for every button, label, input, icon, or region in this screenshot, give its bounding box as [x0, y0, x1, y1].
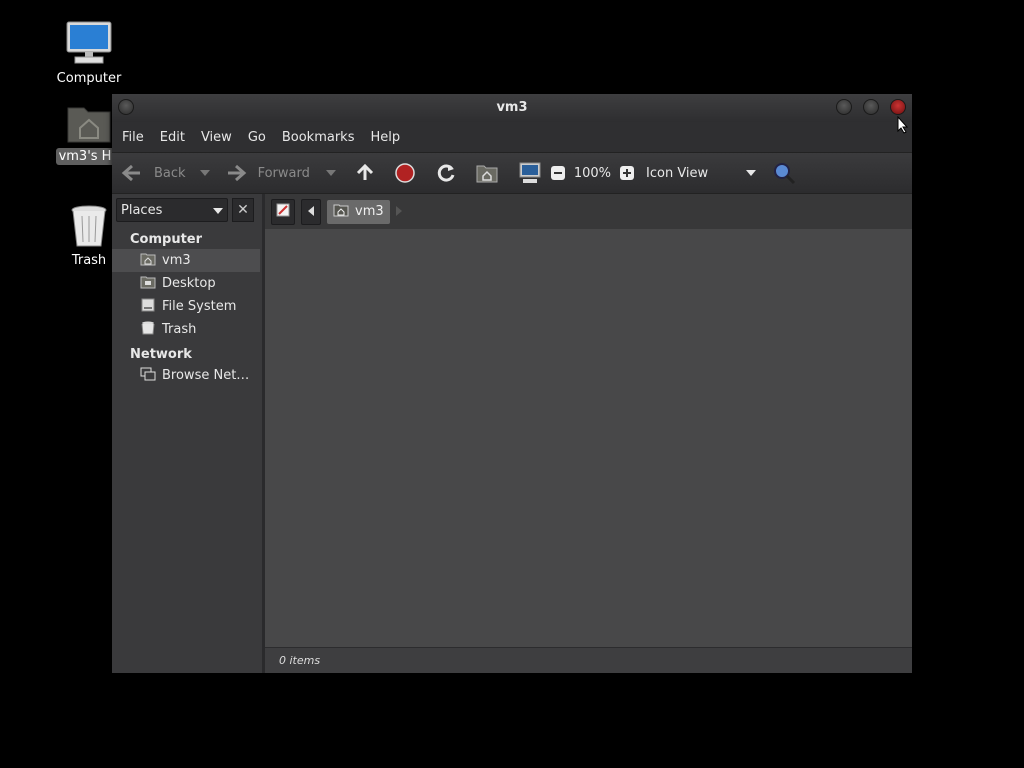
computer-icon [65, 20, 113, 66]
dropdown-arrow-icon [325, 170, 336, 176]
view-mode-label: Icon View [646, 165, 709, 181]
menu-bar: File Edit View Go Bookmarks Help [112, 122, 912, 152]
home-button[interactable] [476, 163, 498, 183]
view-mode-select[interactable]: Icon View [646, 165, 757, 181]
title-bar[interactable]: vm3 [112, 94, 912, 122]
chevron-right-icon [395, 205, 402, 219]
menu-bookmarks[interactable]: Bookmarks [276, 130, 361, 145]
menu-file[interactable]: File [116, 130, 150, 145]
desktop-icon-label: Trash [71, 253, 107, 268]
computer-button[interactable] [518, 162, 542, 184]
drive-icon [140, 298, 156, 316]
home-folder-icon [140, 252, 156, 270]
sidebar-item-label: Browse Net… [162, 368, 250, 383]
sidebar-mode-select[interactable]: Places [116, 198, 228, 222]
search-icon [772, 161, 796, 185]
close-icon: ✕ [237, 202, 249, 218]
up-arrow-icon [354, 162, 376, 184]
back-history-dropdown[interactable] [199, 170, 210, 176]
sidebar-item-browse-network[interactable]: Browse Net… [112, 364, 262, 387]
sidebar: Places ✕ Computer vm3 Desktop File Syste… [112, 194, 265, 673]
zoom-in-icon [619, 165, 635, 181]
forward-button[interactable]: Forward [224, 163, 310, 183]
path-scroll-right-button[interactable] [395, 205, 402, 219]
reload-button[interactable] [435, 162, 457, 184]
forward-arrow-icon [224, 163, 248, 183]
sidebar-mode-label: Places [121, 202, 163, 218]
sidebar-section-computer: Computer [130, 232, 203, 247]
search-button[interactable] [772, 161, 796, 185]
sidebar-section-network: Network [130, 347, 192, 362]
close-sidebar-button[interactable]: ✕ [232, 198, 254, 222]
desktop-folder-icon [140, 275, 156, 293]
zoom-out-button[interactable] [550, 165, 566, 181]
chevron-left-icon [308, 205, 314, 219]
desktop-icon-computer[interactable]: Computer [44, 20, 134, 87]
forward-history-dropdown[interactable] [325, 170, 336, 176]
file-manager-window: vm3 File Edit View Go Bookmarks Help Bac… [112, 94, 912, 673]
breadcrumb-label: vm3 [355, 204, 384, 219]
up-button[interactable] [354, 162, 376, 184]
stop-button[interactable] [394, 162, 416, 184]
sidebar-item-file-system[interactable]: File System [112, 295, 262, 318]
sidebar-header: Places ✕ [112, 194, 262, 226]
file-view[interactable]: vm3 0 items [265, 194, 912, 673]
mouse-cursor-icon [897, 115, 909, 138]
menu-help[interactable]: Help [364, 130, 406, 145]
network-icon [140, 367, 156, 385]
status-text: 0 items [279, 654, 321, 667]
window-title: vm3 [496, 100, 528, 115]
back-label: Back [154, 165, 186, 181]
toolbar: Back Forward 100% Icon View [112, 152, 912, 194]
home-folder-icon [476, 163, 498, 183]
forward-label: Forward [257, 165, 310, 181]
trash-icon [140, 321, 156, 339]
sidebar-item-label: Trash [162, 322, 197, 337]
back-arrow-icon [120, 163, 144, 183]
minimize-button[interactable] [836, 99, 852, 115]
reload-icon [435, 162, 457, 184]
back-button[interactable]: Back [120, 163, 186, 183]
sidebar-item-trash[interactable]: Trash [112, 318, 262, 341]
sidebar-item-label: File System [162, 299, 237, 314]
sidebar-item-label: vm3 [162, 253, 191, 268]
sidebar-item-vm3[interactable]: vm3 [112, 249, 260, 272]
sidebar-item-label: Desktop [162, 276, 216, 291]
menu-edit[interactable]: Edit [154, 130, 191, 145]
chevron-down-icon [213, 203, 223, 218]
path-scroll-left-button[interactable] [301, 198, 321, 225]
menu-go[interactable]: Go [242, 130, 272, 145]
edit-icon [276, 203, 290, 220]
dropdown-arrow-icon [199, 170, 210, 176]
home-folder-icon [333, 203, 349, 221]
close-button[interactable] [890, 99, 906, 115]
menu-view[interactable]: View [195, 130, 238, 145]
zoom-level: 100% [573, 165, 612, 181]
breadcrumb[interactable]: vm3 [327, 199, 390, 224]
chevron-down-icon [746, 170, 757, 176]
desktop-icon-label: Computer [56, 71, 122, 86]
location-bar: vm3 [265, 194, 912, 229]
sidebar-item-desktop[interactable]: Desktop [112, 272, 262, 295]
stop-icon [394, 162, 416, 184]
computer-icon [518, 162, 542, 184]
status-bar: 0 items [265, 647, 912, 673]
zoom-in-button[interactable] [619, 165, 635, 181]
toggle-location-entry-button[interactable] [271, 198, 295, 225]
maximize-button[interactable] [863, 99, 879, 115]
home-folder-icon [66, 102, 112, 144]
zoom-out-icon [550, 165, 566, 181]
trash-icon [69, 204, 109, 248]
